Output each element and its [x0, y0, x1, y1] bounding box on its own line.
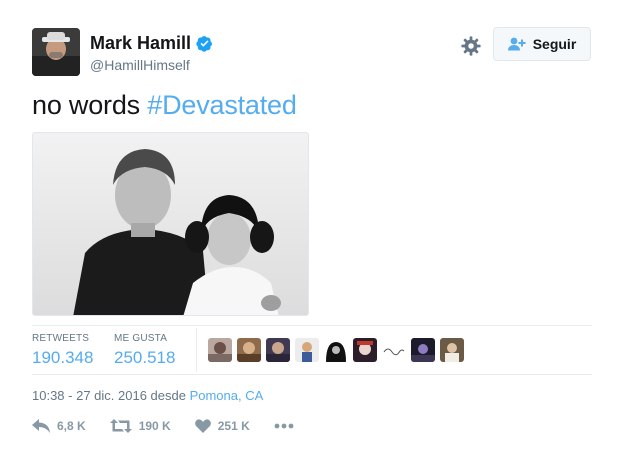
more-icon — [274, 423, 294, 429]
more-button[interactable] — [274, 423, 301, 429]
tweet-card: Mark Hamill @HamillHimself Seguir no wor… — [0, 0, 622, 459]
liker-avatar[interactable] — [208, 338, 232, 362]
retweets-value: 190.348 — [32, 348, 94, 367]
reply-icon — [32, 419, 50, 433]
location-link[interactable]: Pomona, CA — [190, 388, 264, 403]
likes-value: 250.518 — [114, 348, 176, 367]
author-name[interactable]: Mark Hamill — [90, 33, 191, 54]
follow-button-label: Seguir — [532, 36, 577, 52]
retweets-stat[interactable]: RETWEETS 190.348 — [32, 333, 93, 368]
liker-avatar[interactable] — [324, 338, 348, 362]
retweet-button[interactable]: 190 K — [109, 419, 171, 433]
liker-avatar[interactable] — [382, 338, 406, 362]
likes-stat[interactable]: ME GUSTA 250.518 — [114, 333, 175, 368]
follow-button[interactable]: Seguir — [493, 27, 591, 61]
likes-label: ME GUSTA — [114, 333, 168, 344]
author-handle[interactable]: @HamillHimself — [90, 57, 213, 73]
liker-avatar[interactable] — [440, 338, 464, 362]
retweet-icon — [109, 419, 132, 433]
liker-avatar[interactable] — [266, 338, 290, 362]
tweet-text: no words #Devastated — [32, 90, 297, 121]
divider-bottom — [32, 374, 592, 375]
retweets-label: RETWEETS — [32, 333, 90, 344]
hashtag-link[interactable]: #Devastated — [147, 90, 297, 120]
tweet-photo[interactable] — [32, 132, 309, 316]
tweet-actions: 6,8 K 190 K 251 K — [32, 419, 325, 433]
tweet-timestamp: 10:38 - 27 dic. 2016 desde Pomona, CA — [32, 388, 263, 403]
author-info: Mark Hamill @HamillHimself — [90, 32, 213, 73]
likers-avatars — [208, 338, 464, 362]
divider-top — [32, 325, 592, 326]
like-button[interactable]: 251 K — [194, 419, 250, 433]
timestamp-text[interactable]: 10:38 - 27 dic. 2016 desde — [32, 388, 190, 403]
retweet-count: 190 K — [138, 419, 171, 433]
reply-count: 6,8 K — [57, 419, 86, 433]
reply-button[interactable]: 6,8 K — [32, 419, 86, 433]
liker-avatar[interactable] — [411, 338, 435, 362]
verified-badge-icon — [196, 35, 212, 52]
user-plus-icon — [507, 37, 526, 51]
like-count: 251 K — [217, 419, 250, 433]
liker-avatar[interactable] — [295, 338, 319, 362]
author-avatar[interactable] — [32, 28, 80, 76]
liker-avatar[interactable] — [237, 338, 261, 362]
liker-avatar[interactable] — [353, 338, 377, 362]
tweet-body: no words — [32, 90, 148, 120]
stats-separator — [196, 328, 197, 372]
gear-icon[interactable] — [460, 35, 482, 57]
heart-icon — [194, 419, 211, 433]
